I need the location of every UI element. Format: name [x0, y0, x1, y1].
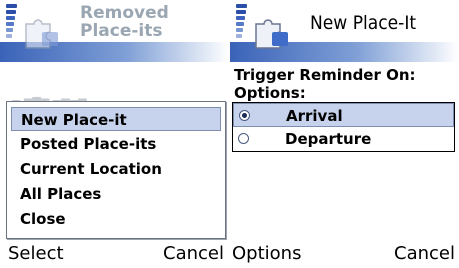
- left-header: Removed Place-its: [0, 0, 229, 66]
- right-header: New Place-It: [230, 0, 459, 66]
- page-title: Removed Place-its: [80, 3, 169, 41]
- option-departure-label: Departure: [285, 130, 372, 148]
- background-obscured-text: ▁ ▂▃▂ ▁▂▁▂: [12, 89, 87, 102]
- menu-item-posted-place-its[interactable]: Posted Place-its: [11, 132, 221, 156]
- options-popup-menu: New Place-it Posted Place-its Current Lo…: [6, 101, 226, 239]
- left-phone-screen: Removed Place-its ▁ ▂▃▂ ▁▂▁▂ New Place-i…: [0, 0, 229, 268]
- radio-unselected-icon: [238, 133, 249, 144]
- option-departure[interactable]: Departure: [233, 127, 454, 151]
- menu-item-new-place-it[interactable]: New Place-it: [11, 107, 221, 131]
- puzzle-pin-icon: [25, 19, 58, 49]
- menu-item-current-location[interactable]: Current Location: [11, 157, 221, 181]
- puzzle-pin-icon: [255, 19, 288, 49]
- options-label: Options:: [234, 84, 306, 102]
- signal-strength-icon: [236, 4, 247, 44]
- menu-item-close[interactable]: Close: [11, 207, 221, 231]
- trigger-options-list: Arrival Departure: [232, 102, 455, 152]
- menu-item-all-places[interactable]: All Places: [11, 182, 221, 206]
- right-softkey-cancel[interactable]: Cancel: [163, 242, 224, 266]
- right-softkey-cancel[interactable]: Cancel: [394, 242, 455, 266]
- left-softkey-options[interactable]: Options: [232, 242, 301, 266]
- page-title: New Place-It: [310, 12, 417, 34]
- radio-selected-icon: [239, 110, 250, 121]
- signal-strength-icon: [6, 4, 17, 44]
- right-phone-screen: New Place-It Trigger Reminder On: Option…: [230, 0, 459, 268]
- left-softkey-select[interactable]: Select: [8, 242, 64, 266]
- option-arrival-label: Arrival: [286, 107, 343, 125]
- trigger-reminder-label: Trigger Reminder On:: [234, 66, 416, 84]
- option-arrival[interactable]: Arrival: [233, 103, 454, 127]
